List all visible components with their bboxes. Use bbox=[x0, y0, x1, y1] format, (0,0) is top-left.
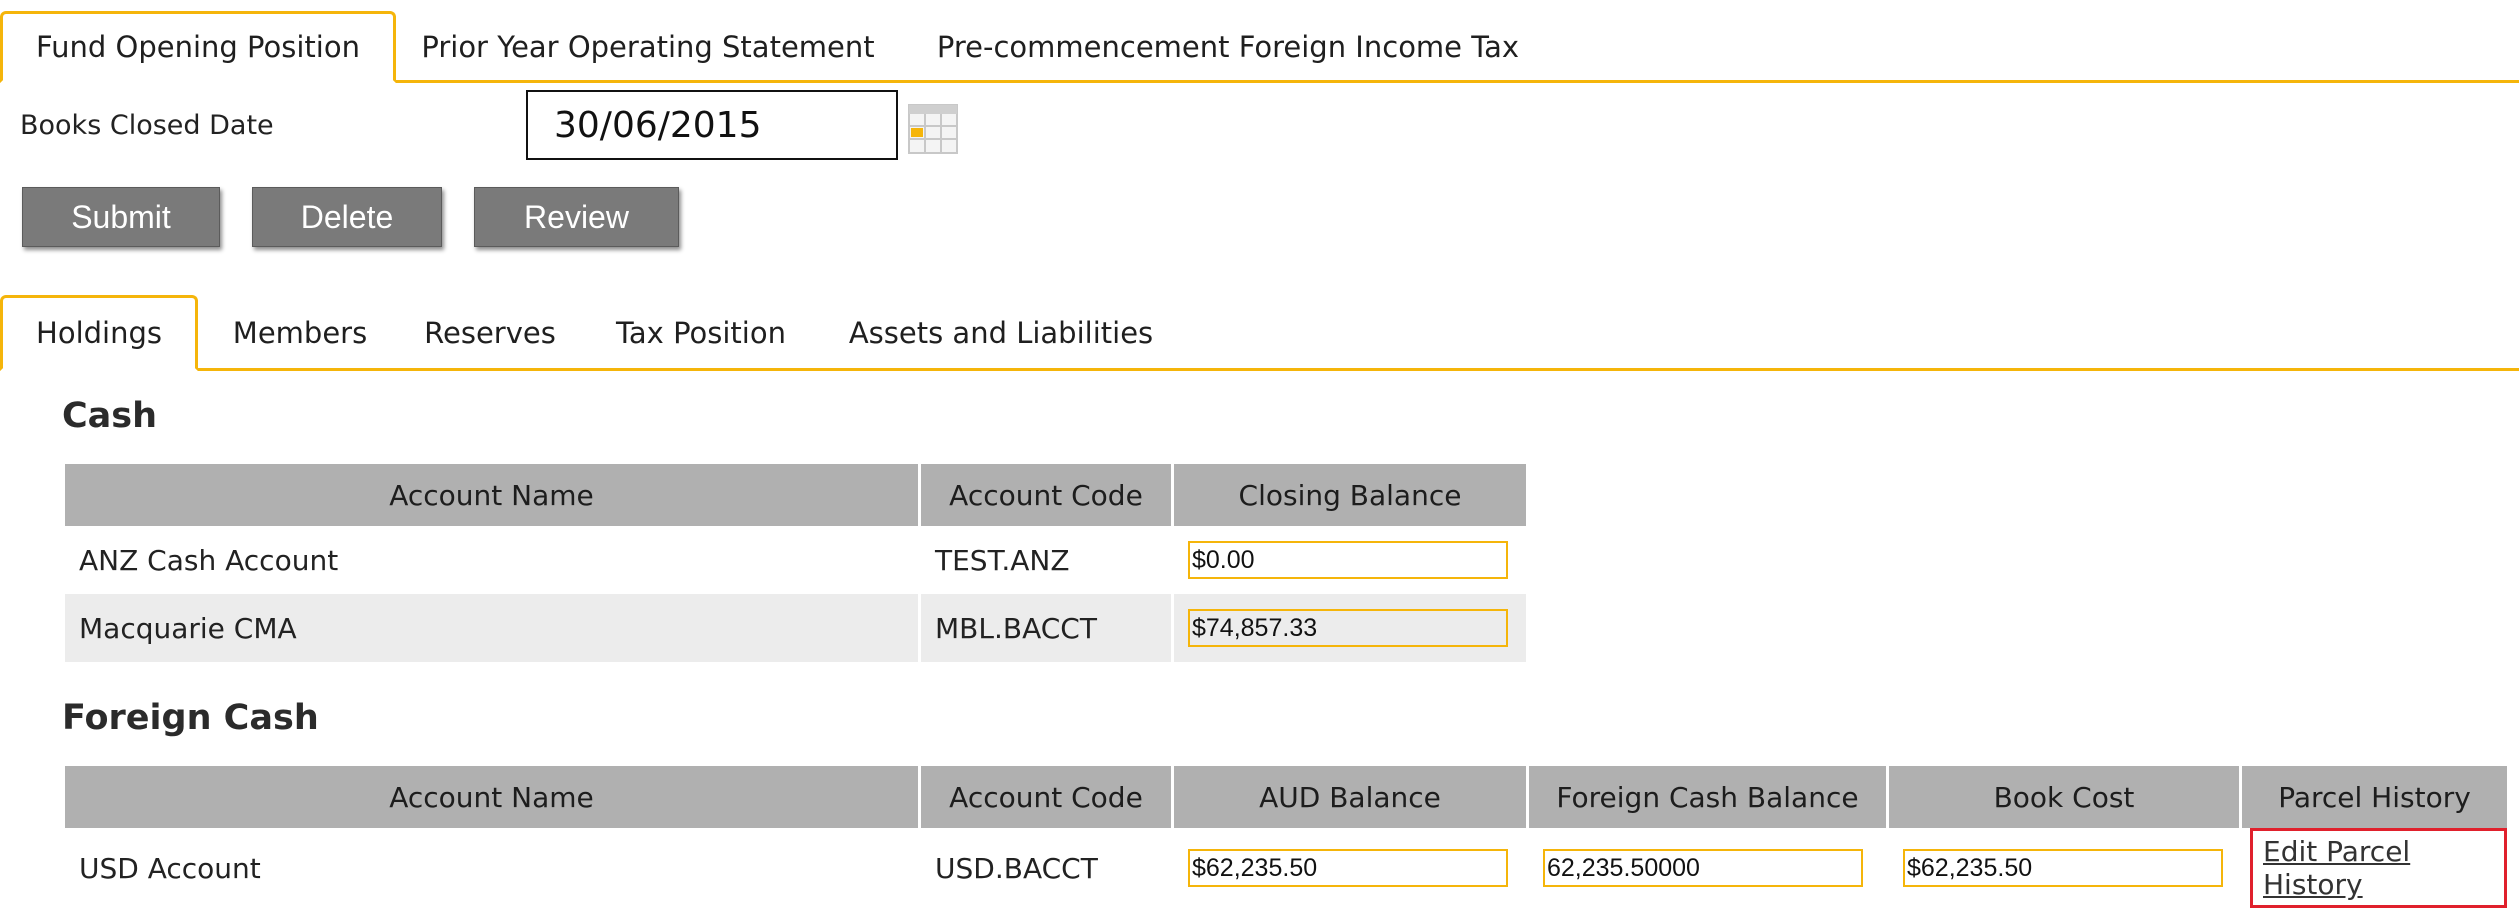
foreign-cash-balance-input[interactable] bbox=[1543, 849, 1863, 887]
parcel-history-highlight: Edit Parcel History bbox=[2250, 828, 2507, 908]
closing-balance-cell bbox=[1172, 526, 1529, 594]
tab-members[interactable]: Members bbox=[218, 295, 382, 371]
book-cost-input[interactable] bbox=[1903, 849, 2223, 887]
account-name-cell: USD Account bbox=[65, 828, 921, 908]
tab-reserves[interactable]: Reserves bbox=[412, 295, 568, 371]
tab-assets-and-liabilities[interactable]: Assets and Liabilities bbox=[836, 295, 1166, 371]
tab-holdings[interactable]: Holdings bbox=[0, 295, 198, 371]
tab-fund-opening-position[interactable]: Fund Opening Position bbox=[0, 11, 396, 83]
account-name-cell: ANZ Cash Account bbox=[65, 526, 921, 594]
foreign-cash-balance-cell bbox=[1527, 828, 1889, 908]
column-header-closing-balance: Closing Balance bbox=[1172, 464, 1529, 526]
column-header-account-name: Account Name bbox=[65, 766, 921, 828]
aud-balance-cell bbox=[1172, 828, 1529, 908]
column-header-book-cost: Book Cost bbox=[1887, 766, 2242, 828]
foreign-cash-table: Account Name Account Code AUD Balance Fo… bbox=[65, 766, 2510, 908]
review-button[interactable]: Review bbox=[474, 187, 679, 247]
edit-parcel-history-link[interactable]: Edit Parcel History bbox=[2263, 835, 2410, 901]
cash-table: Account Name Account Code Closing Balanc… bbox=[65, 464, 1529, 662]
table-header-row: Account Name Account Code AUD Balance Fo… bbox=[65, 766, 2510, 828]
foreign-cash-section-title: Foreign Cash bbox=[62, 698, 319, 738]
aud-balance-input[interactable] bbox=[1188, 849, 1508, 887]
book-cost-cell bbox=[1887, 828, 2242, 908]
closing-balance-input[interactable] bbox=[1188, 541, 1508, 579]
account-code-cell: USD.BACCT bbox=[919, 828, 1174, 908]
parcel-history-cell: Edit Parcel History bbox=[2240, 828, 2510, 908]
top-tab-bar: Fund Opening Position Prior Year Operati… bbox=[0, 8, 2519, 83]
tab-tax-position[interactable]: Tax Position bbox=[606, 295, 796, 371]
calendar-icon[interactable] bbox=[908, 104, 958, 154]
delete-button[interactable]: Delete bbox=[252, 187, 442, 247]
tab-prior-year-operating-statement[interactable]: Prior Year Operating Statement bbox=[410, 11, 886, 83]
tab-pre-commencement-foreign-income-tax[interactable]: Pre-commencement Foreign Income Tax bbox=[920, 11, 1536, 83]
closing-balance-cell bbox=[1172, 594, 1529, 662]
sub-tab-bar: Holdings Members Reserves Tax Position A… bbox=[0, 292, 2519, 371]
column-header-account-code: Account Code bbox=[919, 766, 1174, 828]
account-name-cell: Macquarie CMA bbox=[65, 594, 921, 662]
column-header-parcel-history: Parcel History bbox=[2240, 766, 2510, 828]
books-closed-date-label: Books Closed Date bbox=[20, 110, 274, 141]
closing-balance-input[interactable] bbox=[1188, 609, 1508, 647]
column-header-foreign-cash-balance: Foreign Cash Balance bbox=[1527, 766, 1889, 828]
column-header-account-name: Account Name bbox=[65, 464, 921, 526]
account-code-cell: TEST.ANZ bbox=[919, 526, 1174, 594]
table-row: USD Account USD.BACCT Edit Parcel Histor… bbox=[65, 828, 2510, 908]
cash-section-title: Cash bbox=[62, 396, 158, 436]
column-header-account-code: Account Code bbox=[919, 464, 1174, 526]
column-header-aud-balance: AUD Balance bbox=[1172, 766, 1529, 828]
account-code-cell: MBL.BACCT bbox=[919, 594, 1174, 662]
table-header-row: Account Name Account Code Closing Balanc… bbox=[65, 464, 1529, 526]
books-closed-date-input[interactable] bbox=[526, 90, 898, 160]
submit-button[interactable]: Submit bbox=[22, 187, 220, 247]
table-row: ANZ Cash Account TEST.ANZ bbox=[65, 526, 1529, 594]
table-row: Macquarie CMA MBL.BACCT bbox=[65, 594, 1529, 662]
